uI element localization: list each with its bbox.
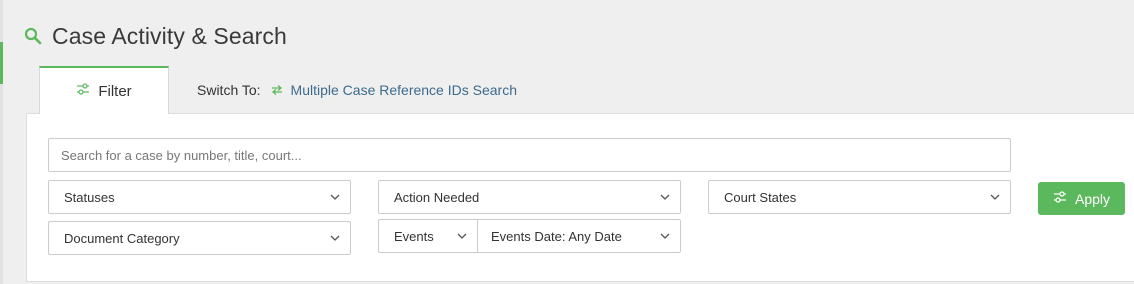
events-date-dropdown-label: Events Date: Any Date: [491, 228, 622, 244]
case-search-input[interactable]: [48, 138, 1011, 172]
left-edge-bar: [0, 0, 3, 284]
chevron-down-icon: [660, 233, 670, 239]
chevron-down-icon: [990, 194, 1000, 200]
tab-filter[interactable]: Filter: [39, 66, 169, 114]
tab-filter-label: Filter: [98, 82, 132, 100]
page-title: Case Activity & Search: [52, 22, 287, 49]
events-date-dropdown[interactable]: Events Date: Any Date: [477, 219, 681, 253]
action-needed-dropdown-label: Action Needed: [394, 189, 480, 205]
apply-button-label: Apply: [1074, 190, 1111, 207]
events-dropdown[interactable]: Events: [378, 219, 478, 253]
document-category-dropdown-label: Document Category: [64, 230, 180, 246]
action-needed-dropdown[interactable]: Action Needed: [378, 180, 681, 214]
page-header: Case Activity & Search: [24, 18, 287, 54]
left-edge-accent: [0, 42, 3, 84]
court-states-dropdown[interactable]: Court States: [708, 180, 1011, 214]
chevron-down-icon: [457, 233, 467, 239]
events-dropdown-label: Events: [394, 228, 434, 244]
search-icon: [24, 27, 42, 45]
multiple-case-search-link[interactable]: Multiple Case Reference IDs Search: [271, 82, 517, 98]
document-category-dropdown[interactable]: Document Category: [48, 221, 351, 255]
chevron-down-icon: [660, 194, 670, 200]
apply-button[interactable]: Apply: [1038, 182, 1125, 215]
statuses-dropdown-label: Statuses: [64, 189, 115, 205]
court-states-dropdown-label: Court States: [724, 189, 797, 205]
switch-link-label: Multiple Case Reference IDs Search: [290, 82, 517, 98]
switch-row: Switch To: Multiple Case Reference IDs S…: [197, 80, 517, 100]
statuses-dropdown[interactable]: Statuses: [48, 180, 351, 214]
sliders-icon: [1053, 190, 1067, 207]
sliders-icon: [76, 82, 90, 101]
chevron-down-icon: [330, 194, 340, 200]
chevron-down-icon: [330, 235, 340, 241]
swap-arrows-icon: [271, 82, 283, 98]
switch-label: Switch To:: [197, 82, 261, 98]
